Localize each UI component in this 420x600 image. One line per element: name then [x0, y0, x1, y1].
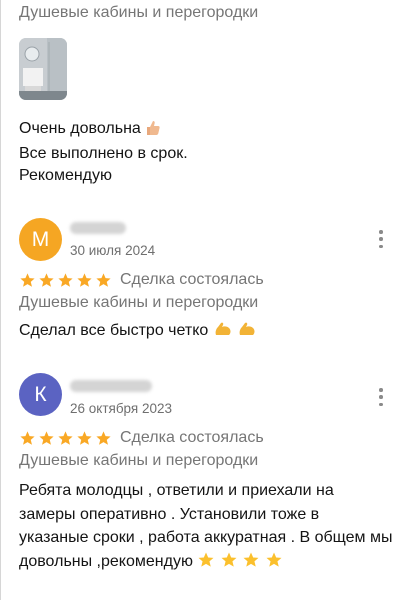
review-text-line: Ребята молодцы , ответили и приехали на	[19, 482, 334, 499]
review-text: Очень довольна Все выполнено в срок. Рек…	[19, 118, 188, 187]
review-text-line: довольны ,рекомендую	[19, 552, 193, 570]
star-icon	[77, 272, 92, 287]
deal-status: Сделка состоялась	[120, 271, 264, 288]
avatar-letter: К	[34, 382, 47, 406]
flexed-biceps-icon	[237, 320, 257, 345]
review-category: Душевые кабины и перегородки	[19, 4, 259, 21]
avatar[interactable]: М	[19, 218, 62, 261]
more-options-icon[interactable]	[378, 230, 384, 248]
review-text: Сделал все быстро четко	[19, 320, 257, 345]
reviewer-name-blurred[interactable]	[70, 222, 126, 234]
star-icon	[96, 430, 111, 445]
more-options-icon[interactable]	[378, 388, 384, 406]
reviewer-name-blurred[interactable]	[70, 380, 152, 392]
star-icon	[20, 272, 35, 287]
star-icon	[77, 430, 92, 445]
review-text-line: Очень довольна	[19, 120, 141, 137]
star-icon	[39, 430, 54, 445]
star-icon	[20, 430, 35, 445]
review-text-line: указаные сроки , работа аккуратная . В о…	[19, 529, 393, 546]
avatar-letter: М	[31, 227, 50, 251]
review-text-line: Рекомендую	[19, 167, 113, 184]
review-date: 26 октября 2023	[70, 401, 173, 416]
star-icon	[242, 551, 260, 577]
star-icon	[197, 551, 215, 577]
review-photo[interactable]	[19, 38, 67, 100]
star-icon	[58, 272, 73, 287]
flexed-biceps-icon	[213, 320, 233, 345]
review-category: Душевые кабины и перегородки	[19, 452, 259, 469]
review-text-line: замеры оперативно . Установили тоже в	[19, 505, 320, 523]
rating-row: Сделка состоялась	[19, 271, 264, 289]
star-icon	[220, 551, 238, 577]
review-text-line: Все выполнено в срок.	[19, 145, 188, 162]
avatar[interactable]: К	[19, 373, 62, 416]
deal-status: Сделка состоялась	[120, 429, 264, 446]
review-text: Ребята молодцы , ответили и приехали на …	[19, 479, 392, 576]
shower-photo-thumbnail	[19, 38, 67, 100]
thumbs-up-icon	[145, 120, 161, 143]
review-category: Душевые кабины и перегородки	[19, 294, 259, 311]
star-icon	[39, 272, 54, 287]
rating-row: Сделка состоялась	[19, 429, 264, 447]
star-icon	[96, 272, 111, 287]
review-text-line: Сделал все быстро четко	[19, 322, 209, 339]
star-icon	[265, 551, 283, 577]
review-date: 30 июля 2024	[70, 243, 156, 258]
star-icon	[58, 430, 73, 445]
